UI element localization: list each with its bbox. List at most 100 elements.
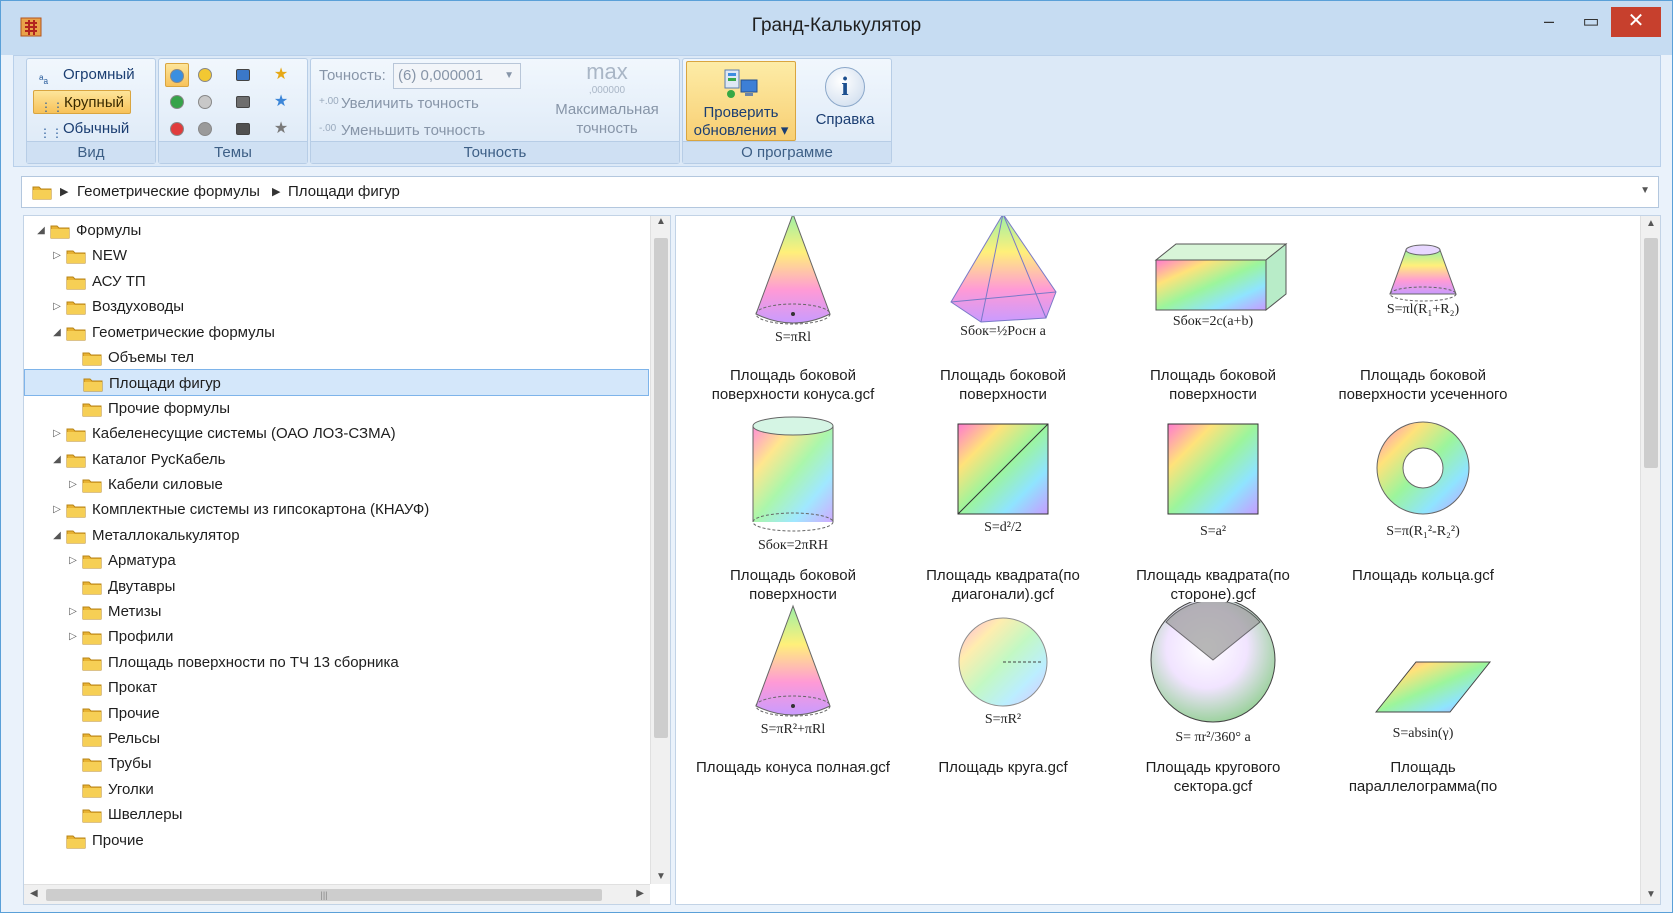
theme-gray-square-button[interactable] [231, 90, 255, 114]
collapse-arrow-icon[interactable]: ◢ [50, 446, 64, 473]
expand-arrow-icon[interactable]: ▷ [66, 623, 80, 650]
theme-blue-button[interactable] [165, 63, 189, 87]
scroll-down-icon[interactable]: ▼ [651, 871, 670, 882]
scroll-down-icon[interactable]: ▼ [1641, 889, 1660, 900]
tree-node[interactable]: Прочие [24, 700, 649, 727]
view-large-button[interactable]: ⋮⋮ Крупный [33, 90, 131, 114]
theme-gray-button[interactable] [193, 90, 217, 114]
formula-item[interactable]: S=πR² Площадь круга.gcf [896, 602, 1110, 777]
breadcrumb-areas-of-figures[interactable]: Площади фигур [288, 183, 400, 200]
scroll-up-icon[interactable]: ▲ [651, 216, 670, 227]
formula-item[interactable]: S=πl(R₁+R₂) Площадь боковой поверхности у… [1316, 216, 1530, 404]
tree-hscroll-thumb[interactable]: ||| [46, 889, 602, 901]
minimize-button[interactable]: – [1534, 7, 1564, 37]
dark-gray-dot-icon [198, 122, 212, 136]
tree-node[interactable]: Трубы [24, 750, 649, 777]
theme-dark-square-button[interactable] [231, 117, 255, 141]
view-huge-button[interactable]: ᵃₐ Огромный [33, 63, 141, 87]
decrease-precision-button[interactable]: -.00 Уменьшить точность [319, 122, 485, 139]
tree-node[interactable]: Рельсы [24, 725, 649, 752]
expand-arrow-icon[interactable]: ▷ [50, 496, 64, 523]
expand-arrow-icon[interactable]: ▷ [50, 420, 64, 447]
formula-item-label: Площадь боковой поверхности конуса.gcf [711, 367, 875, 403]
box-thumbnail-icon: Sбок=2c(a+b) [1106, 216, 1320, 360]
theme-blue-square-button[interactable] [231, 63, 255, 87]
tree-node[interactable]: ◢ Каталог РусКабель [24, 446, 649, 473]
gallery-scroll-thumb[interactable] [1644, 238, 1658, 468]
formula-item[interactable]: S=absin(γ) Площадь параллелограмма(по [1316, 602, 1530, 796]
formula-item[interactable]: Sбок=2c(a+b) Площадь боковой поверхности [1106, 216, 1320, 404]
expand-arrow-icon[interactable]: ▷ [66, 471, 80, 498]
formula-item[interactable]: S=a² Площадь квадрата(по стороне).gcf [1106, 410, 1320, 604]
tree-node[interactable]: ▷ Комплектные системы из гипсокартона (КН… [24, 496, 649, 523]
check-updates-button[interactable]: Проверить обновления ▾ [686, 61, 796, 141]
theme-yellow-button[interactable] [193, 63, 217, 87]
address-dropdown-icon[interactable]: ▼ [1640, 185, 1650, 196]
collapse-arrow-icon[interactable]: ◢ [50, 522, 64, 549]
breadcrumb-geometric-formulas[interactable]: Геометрические формулы [77, 183, 260, 200]
tree-node[interactable]: ▷ Профили [24, 623, 649, 650]
formula-item[interactable]: Sбок=½Pосн a Площадь боковой поверхности [896, 216, 1110, 404]
formula-item[interactable]: S= πr²/360° a Площадь кругового сектора.g… [1106, 597, 1320, 796]
folder-icon [66, 274, 86, 290]
tree-node[interactable]: ▷ Кабели силовые [24, 471, 649, 498]
formula-item[interactable]: S=πR²+πRl Площадь конуса полная.gcf [686, 602, 900, 777]
scroll-up-icon[interactable]: ▲ [1641, 218, 1660, 229]
collapse-arrow-icon[interactable]: ◢ [34, 217, 48, 244]
address-bar[interactable]: ▶ Геометрические формулы ▶ Площади фигур… [21, 176, 1659, 208]
theme-star-gold-button[interactable]: ★ [269, 63, 293, 87]
precision-combo[interactable]: (6) 0,000001 ▼ [393, 63, 521, 89]
theme-star-gray-button[interactable]: ★ [269, 117, 293, 141]
tree-node[interactable]: Прочие формулы [24, 395, 649, 422]
theme-dark-gray-button[interactable] [193, 117, 217, 141]
tree-node[interactable]: Объемы тел [24, 344, 649, 371]
scroll-left-icon[interactable]: ◀ [30, 888, 38, 899]
tree-node[interactable]: Двутавры [24, 573, 649, 600]
precision-field-label: Точность: [319, 67, 386, 84]
tree-horizontal-scrollbar[interactable]: ◀ ||| ▶ [24, 884, 650, 904]
scroll-right-icon[interactable]: ▶ [636, 888, 644, 899]
view-huge-label: Огромный [63, 66, 135, 83]
tree-node-label: Швеллеры [108, 806, 183, 824]
tree-node[interactable]: Прочие [24, 827, 649, 854]
tree-node[interactable]: Швеллеры [24, 801, 649, 828]
max-precision-button[interactable]: max ,000000 Максимальная точность [547, 59, 667, 138]
formula-item[interactable]: S=πRl Площадь боковой поверхности конуса.… [686, 216, 900, 404]
tree-node[interactable]: Уголки [24, 776, 649, 803]
tree-scroll-thumb[interactable] [654, 238, 668, 738]
theme-red-button[interactable] [165, 117, 189, 141]
theme-star-blue-button[interactable]: ★ [269, 90, 293, 114]
title-bar[interactable]: Гранд-Калькулятор – ▭ ✕ [1, 1, 1672, 55]
tree-node[interactable]: ▷ Метизы [24, 598, 649, 625]
increase-precision-button[interactable]: +.00 Увеличить точность [319, 95, 479, 112]
tree-node[interactable]: ▷ Арматура [24, 547, 649, 574]
help-button[interactable]: i Справка [805, 61, 885, 141]
expand-arrow-icon[interactable]: ▷ [66, 547, 80, 574]
tree-node[interactable]: ▷ Кабеленесущие системы (ОАО ЛОЗ-СЗМА) [24, 420, 649, 447]
tree-node[interactable]: ◢ Металлокалькулятор [24, 522, 649, 549]
expand-arrow-icon[interactable]: ▷ [66, 598, 80, 625]
tree-node[interactable]: Прокат [24, 674, 649, 701]
expand-arrow-icon[interactable]: ▷ [50, 242, 64, 269]
view-normal-button[interactable]: ⋮⋮ Обычный [33, 117, 135, 141]
formula-item[interactable]: S=d²/2 Площадь квадрата(по диагонали).gcf [896, 410, 1110, 604]
tree-node[interactable]: ◢ Формулы [24, 217, 649, 244]
cone-thumbnail-icon: S=πRl [686, 216, 900, 360]
tree-node[interactable]: ▷ NEW [24, 242, 649, 269]
collapse-arrow-icon[interactable]: ◢ [50, 319, 64, 346]
gallery-vertical-scrollbar[interactable]: ▲ ▼ [1640, 216, 1660, 904]
formula-item[interactable]: S=π(R₁²-R₂²) Площадь кольца.gcf [1316, 410, 1530, 585]
tree-node[interactable]: ▷ Воздуховоды [24, 293, 649, 320]
max-precision-label-line1: Максимальная [555, 101, 659, 118]
tree-node[interactable]: Площади фигур [24, 369, 649, 397]
tree-node[interactable]: ◢ Геометрические формулы [24, 319, 649, 346]
tree-node[interactable]: АСУ ТП [24, 268, 649, 295]
tree-vertical-scrollbar[interactable]: ▲ ▼ [650, 216, 670, 884]
theme-green-button[interactable] [165, 90, 189, 114]
formula-item[interactable]: Sбок=2πRH Площадь боковой поверхности [686, 410, 900, 604]
expand-arrow-icon[interactable]: ▷ [50, 293, 64, 320]
tree-node[interactable]: Площадь поверхности по ТЧ 13 сборника [24, 649, 649, 676]
maximize-button[interactable]: ▭ [1576, 7, 1606, 37]
tree-node-label: Металлокалькулятор [92, 526, 240, 544]
close-button[interactable]: ✕ [1611, 7, 1661, 37]
